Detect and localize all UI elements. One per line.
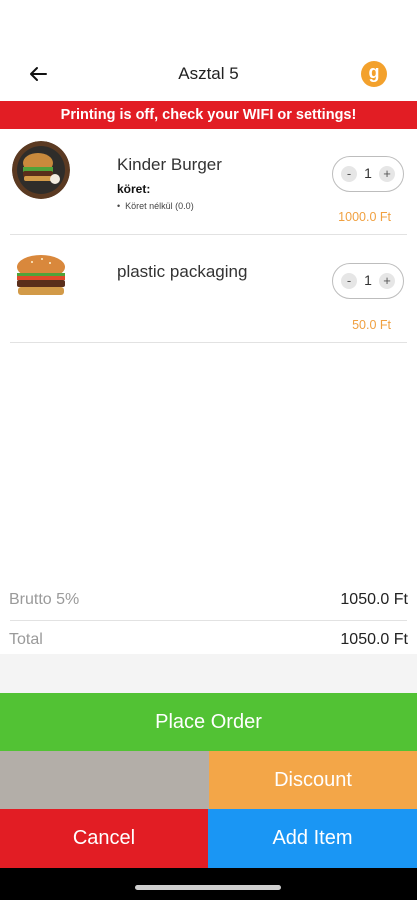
spacer — [0, 654, 417, 693]
divider — [10, 620, 407, 621]
order-item: Kinder Burger köret: • Köret nélkül (0.0… — [0, 129, 417, 234]
item-name: plastic packaging — [117, 262, 248, 281]
decrease-button[interactable]: - — [341, 166, 357, 182]
add-item-button[interactable]: Add Item — [208, 809, 417, 868]
cancel-button[interactable]: Cancel — [0, 809, 208, 868]
order-items-list: Kinder Burger köret: • Köret nélkül (0.0… — [0, 129, 417, 654]
blank-action-button[interactable] — [0, 751, 209, 809]
total-label: Total — [9, 631, 43, 648]
order-item: plastic packaging - 1 + 50.0 Ft — [0, 235, 417, 342]
app-logo-icon: g — [361, 61, 387, 87]
brutto-value: 1050.0 Ft — [340, 591, 408, 608]
total-value: 1050.0 Ft — [340, 631, 408, 648]
discount-button[interactable]: Discount — [209, 751, 417, 809]
quantity-value: 1 — [364, 272, 372, 288]
printing-warning-banner: Printing is off, check your WIFI or sett… — [0, 101, 417, 129]
decrease-button[interactable]: - — [341, 273, 357, 289]
brutto-label: Brutto 5% — [9, 591, 80, 608]
app-header: Asztal 5 g — [0, 0, 417, 101]
item-price: 50.0 Ft — [352, 318, 391, 332]
burger-icon — [12, 249, 70, 307]
divider — [10, 342, 407, 343]
page-title: Asztal 5 — [178, 64, 239, 83]
increase-button[interactable]: + — [379, 166, 395, 182]
bullet-icon: • — [117, 201, 126, 211]
home-indicator[interactable] — [135, 885, 281, 890]
increase-button[interactable]: + — [379, 273, 395, 289]
burger-icon — [12, 141, 70, 199]
system-navigation-bar — [0, 868, 417, 900]
quantity-stepper: - 1 + — [332, 263, 404, 299]
item-price: 1000.0 Ft — [338, 210, 391, 224]
quantity-value: 1 — [364, 165, 372, 181]
place-order-button[interactable]: Place Order — [0, 693, 417, 751]
item-name: Kinder Burger — [117, 155, 222, 174]
quantity-stepper: - 1 + — [332, 156, 404, 192]
item-side-option: • Köret nélkül (0.0) — [117, 201, 194, 211]
item-side-label: köret: — [117, 182, 151, 196]
